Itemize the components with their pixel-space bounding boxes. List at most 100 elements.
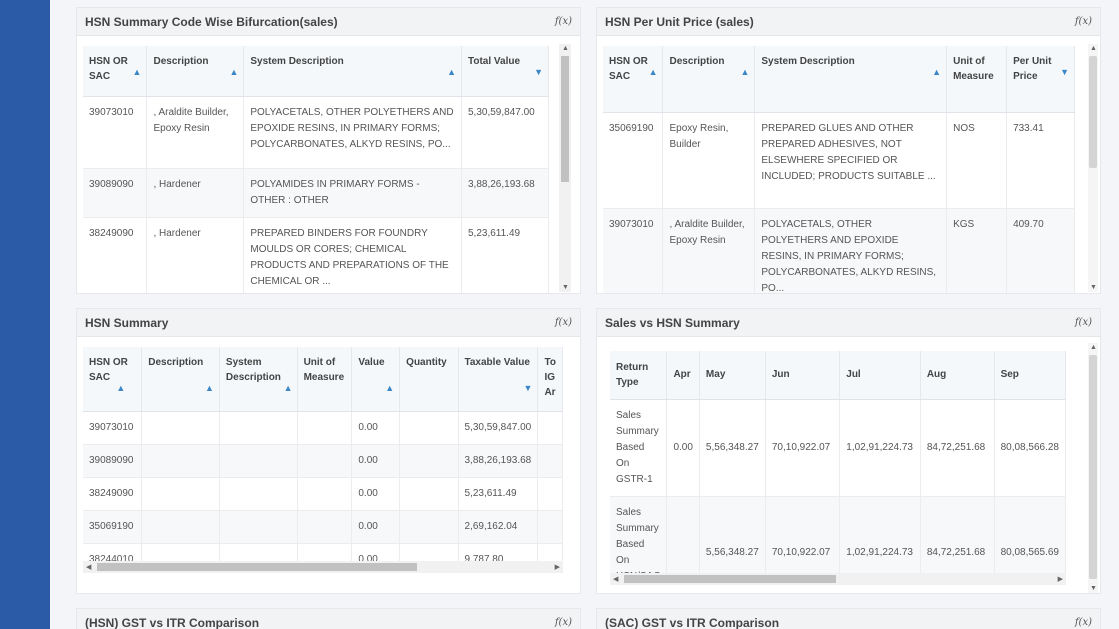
vertical-scrollbar[interactable]: ▲ ▼ (1088, 343, 1098, 593)
column-header[interactable]: May (699, 351, 766, 400)
sort-icon: ▲ (132, 67, 142, 77)
column-header[interactable]: System Description ▲ (219, 347, 298, 412)
table-row[interactable]: 39089090 , Hardener POLYAMIDES IN PRIMAR… (83, 168, 549, 218)
panel-hsn-summary: HSN Summary f(x) HSN OR SAC ▲ Description… (76, 308, 581, 594)
table-cell (537, 477, 563, 511)
table-cell: Sales Summary Based On HSN/SAC Details (610, 496, 668, 573)
horizontal-scrollbar[interactable]: ◀ ▶ (83, 561, 563, 573)
panel-hsn-per-unit: HSN Per Unit Price (sales) f(x) HSN OR S… (596, 7, 1101, 294)
table-cell: 3,88,26,193.68 (461, 168, 549, 218)
table-cell (399, 477, 459, 511)
scroll-thumb[interactable] (1089, 355, 1097, 579)
column-header[interactable]: Sep (994, 351, 1066, 400)
table-row[interactable]: 38249090 0.00 5,23,611.49 (83, 477, 563, 511)
column-header[interactable]: Apr (666, 351, 700, 400)
table-row[interactable]: 39089090 0.00 3,88,26,193.68 (83, 444, 563, 478)
column-header[interactable]: HSN OR SAC ▲ (603, 46, 664, 113)
table-cell: 5,23,611.49 (461, 217, 549, 293)
table-cell: POLYACETALS, OTHER POLYETHERS AND EPOXID… (754, 208, 948, 293)
table-cell: 35069190 (83, 510, 143, 544)
scroll-thumb[interactable] (1089, 56, 1097, 168)
panel-sac-gst-itr: (SAC) GST vs ITR Comparison f(x) (596, 608, 1101, 629)
table-cell (219, 477, 298, 511)
table-cell (537, 444, 563, 478)
sort-icon: ▲ (283, 383, 293, 393)
table-cell: 3,88,26,193.68 (458, 444, 539, 478)
function-icon[interactable]: f(x) (555, 317, 572, 328)
scroll-thumb[interactable] (97, 563, 417, 571)
column-header[interactable]: Description ▲ (146, 46, 245, 97)
column-header[interactable]: Quantity (399, 347, 459, 412)
table-cell: KGS (946, 208, 1008, 293)
column-header[interactable]: Jun (765, 351, 841, 400)
column-header[interactable]: Taxable Value ▼ (458, 347, 539, 412)
column-header[interactable]: Per Unit Price ▼ (1006, 46, 1075, 113)
column-header[interactable]: Total Value ▼ (461, 46, 549, 97)
table-row[interactable]: 38249090 , Hardener PREPARED BINDERS FOR… (83, 217, 549, 293)
table-row[interactable]: Sales Summary Based On GSTR-1 0.00 5,56,… (610, 399, 1066, 497)
table-cell: 409.70 (1006, 208, 1075, 293)
table-cell: 70,10,922.07 (765, 399, 841, 497)
scroll-down-icon: ▼ (1090, 585, 1097, 592)
table-cell: 1,02,91,224.73 (839, 496, 921, 573)
column-header[interactable]: Unit of Measure (946, 46, 1008, 113)
column-header[interactable]: Value ▲ (351, 347, 401, 412)
table-cell: 39089090 (83, 444, 143, 478)
dashboard-main: HSN Summary Code Wise Bifurcation(sales)… (50, 0, 1119, 629)
horizontal-scrollbar[interactable]: ◀ ▶ (610, 573, 1066, 585)
scroll-right-icon: ▶ (554, 564, 560, 571)
table-cell: 5,56,348.27 (699, 399, 766, 497)
table-row[interactable]: 39073010 , Araldite Builder, Epoxy Resin… (83, 96, 549, 169)
table-cell (297, 510, 353, 544)
sort-descending-icon: ▼ (534, 67, 543, 77)
table-cell (141, 510, 220, 544)
column-header[interactable]: HSN OR SAC ▲ (83, 347, 143, 412)
scroll-thumb[interactable] (624, 575, 836, 583)
function-icon[interactable]: f(x) (555, 16, 572, 27)
table-row[interactable]: 39073010 , Araldite Builder, Epoxy Resin… (603, 208, 1075, 293)
table-row[interactable]: 35069190 Epoxy Resin, Builder PREPARED G… (603, 112, 1075, 209)
sort-descending-icon: ▼ (523, 383, 533, 393)
vertical-scrollbar[interactable]: ▲ ▼ (1088, 44, 1098, 292)
table-cell (399, 411, 459, 445)
hsn-per-unit-table: HSN OR SAC ▲ Description ▲ System Descript… (603, 46, 1075, 293)
table-cell (141, 444, 220, 478)
column-header[interactable]: Return Type (610, 351, 668, 400)
vertical-scrollbar[interactable]: ▲ ▼ (559, 44, 571, 292)
function-icon[interactable]: f(x) (555, 617, 572, 628)
table-cell (297, 444, 353, 478)
table-container: HSN OR SAC ▲ Description ▲ System Descript… (83, 46, 549, 293)
sort-icon: ▲ (204, 383, 214, 393)
table-cell: 5,30,59,847.00 (461, 96, 549, 169)
table-cell: 80,08,565.69 (994, 496, 1066, 573)
table-row[interactable]: 39073010 0.00 5,30,59,847.00 (83, 411, 563, 445)
table-cell: 84,72,251.68 (920, 399, 995, 497)
column-header[interactable]: HSN OR SAC ▲ (83, 46, 148, 97)
sort-icon: ▲ (932, 67, 942, 77)
scroll-thumb[interactable] (561, 56, 569, 182)
function-icon[interactable]: f(x) (1075, 317, 1092, 328)
column-header[interactable]: Unit of Measure (297, 347, 353, 412)
column-header[interactable]: Aug (920, 351, 995, 400)
table-cell: PREPARED GLUES AND OTHER PREPARED ADHESI… (754, 112, 948, 209)
column-header[interactable]: Description ▲ (141, 347, 220, 412)
function-icon[interactable]: f(x) (1075, 16, 1092, 27)
function-icon[interactable]: f(x) (1075, 617, 1092, 628)
column-header[interactable]: Description ▲ (662, 46, 756, 113)
table-cell (219, 510, 298, 544)
table-cell (666, 496, 700, 573)
table-cell: 0.00 (351, 510, 401, 544)
table-cell: 5,30,59,847.00 (458, 411, 539, 445)
scroll-right-icon: ▶ (1057, 576, 1063, 583)
table-row[interactable]: 35069190 0.00 2,69,162.04 (83, 510, 563, 544)
table-cell: PREPARED BINDERS FOR FOUNDRY MOULDS OR C… (243, 217, 462, 293)
hsn-summary-table: HSN OR SAC ▲ Description ▲ System Descript… (83, 347, 563, 565)
table-cell (297, 411, 353, 445)
table-cell: 0.00 (351, 477, 401, 511)
column-header[interactable]: To IG Ar (537, 347, 563, 412)
column-header[interactable]: Jul (839, 351, 921, 400)
sort-icon: ▲ (229, 67, 239, 77)
column-header[interactable]: System Description ▲ (754, 46, 948, 113)
table-row[interactable]: Sales Summary Based On HSN/SAC Details 5… (610, 496, 1066, 573)
column-header[interactable]: System Description ▲ (243, 46, 462, 97)
